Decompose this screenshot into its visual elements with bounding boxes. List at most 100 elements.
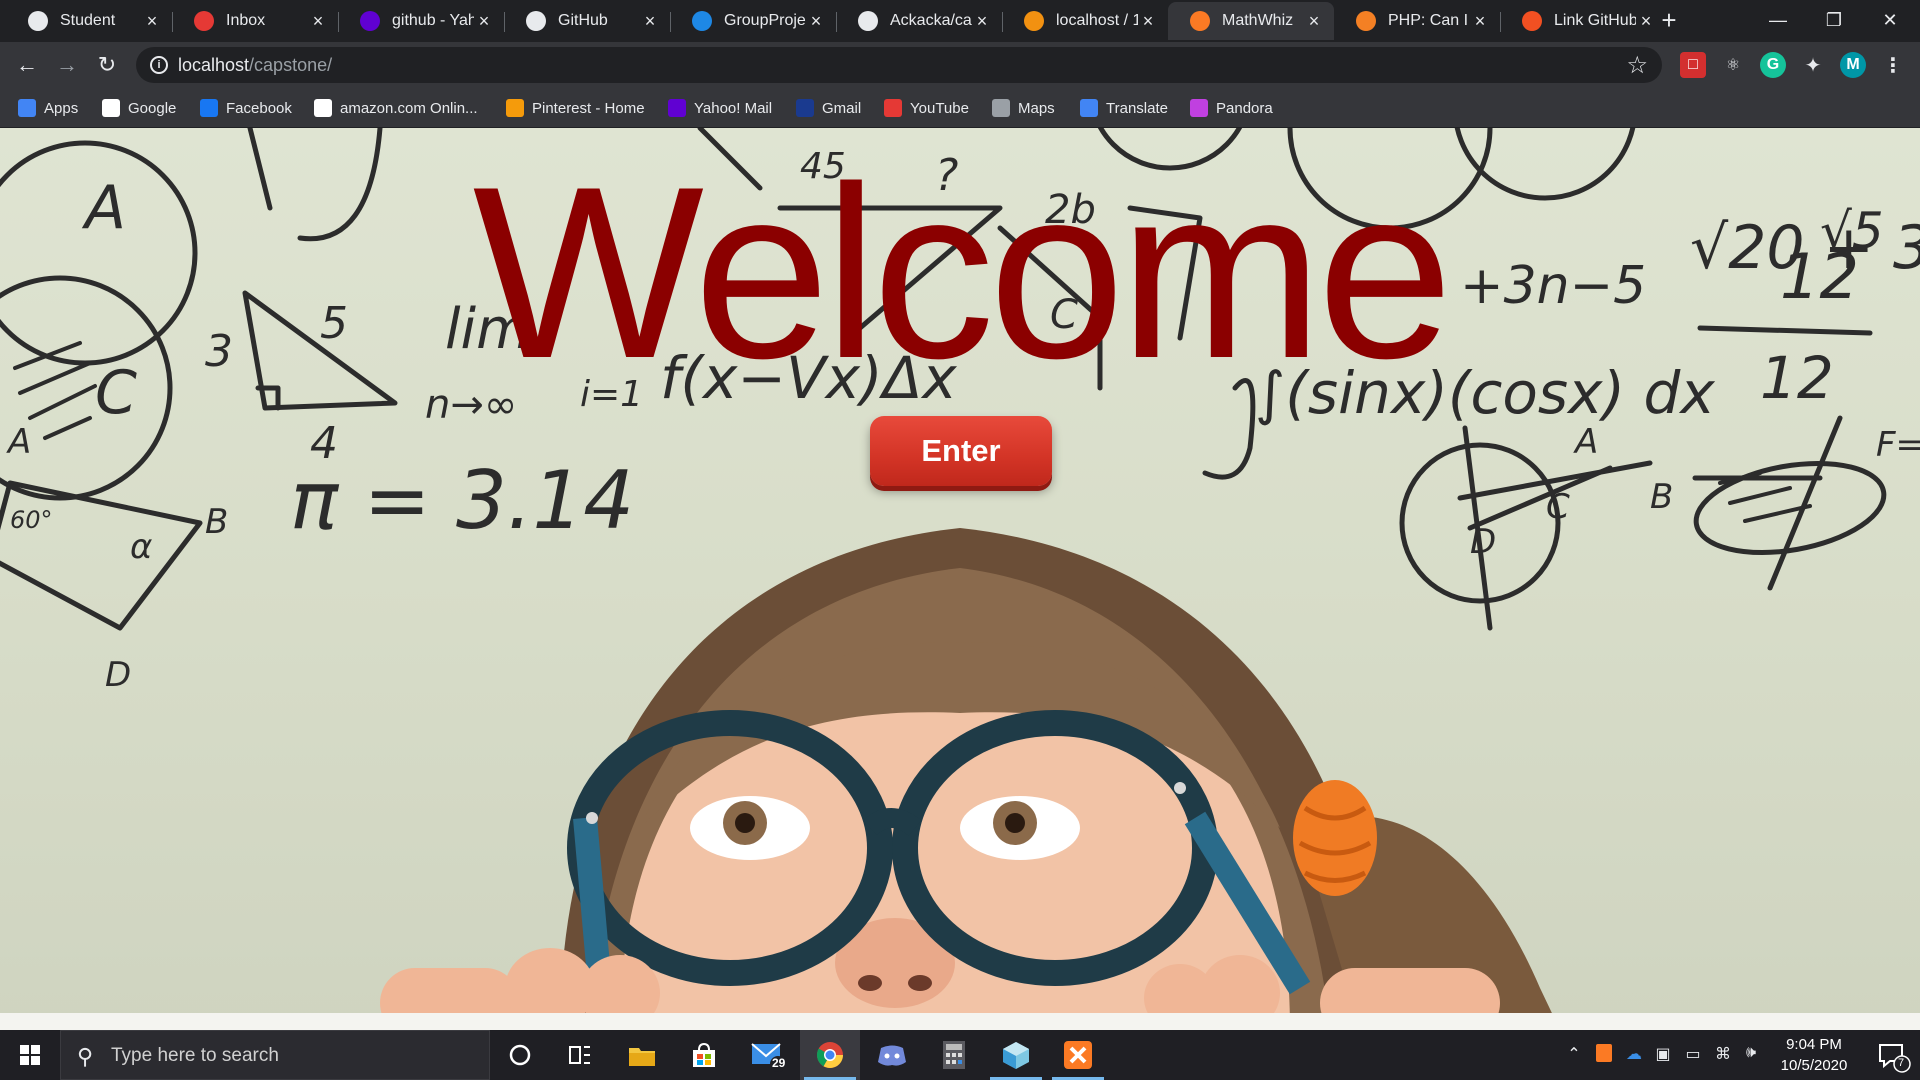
bookmark-label: Apps [44,99,79,117]
minimize-button[interactable]: — [1750,0,1806,40]
tab-separator [836,12,837,32]
tab-close-icon[interactable]: × [1470,11,1490,31]
bookmark-google[interactable]: Google [102,97,176,119]
search-icon: ⚲ [77,1044,94,1069]
virtualbox-button[interactable] [986,1030,1046,1080]
profile-initial: M [1846,56,1860,73]
close-window-button[interactable]: ✕ [1862,0,1918,40]
store-button[interactable] [674,1030,734,1080]
tab-close-icon[interactable]: × [1304,11,1324,31]
chrome-taskbar-button[interactable] [800,1030,860,1080]
react-devtools-icon[interactable]: ⚛ [1720,52,1746,78]
extensions-puzzle-icon[interactable]: ✦ [1800,52,1826,78]
tab-separator [1002,12,1003,32]
discord-button[interactable] [862,1030,922,1080]
bookmark-pandora[interactable]: Pandora [1190,97,1273,119]
discord-icon [878,1045,906,1066]
tab-close-icon[interactable]: × [640,11,660,31]
bookmark-youtube[interactable]: YouTube [884,97,969,119]
store-bag-icon [693,1042,715,1067]
pocket-extension-icon[interactable]: □ [1680,52,1706,78]
tab-close-icon[interactable]: × [1138,11,1158,31]
tab-close-icon[interactable]: × [806,11,826,31]
address-bar[interactable]: i localhost/capstone/ ☆ [136,47,1662,83]
tab-8[interactable]: MathWhiz × [1168,2,1334,40]
calculator-button[interactable] [924,1030,984,1080]
notification-icon [1879,1044,1911,1073]
bookmark-pinterest-home[interactable]: Pinterest - Home [506,97,645,119]
forward-button[interactable]: → [52,50,82,80]
action-center-button[interactable]: 7 [1866,1030,1920,1080]
bookmark-apps[interactable]: Apps [18,97,78,119]
github-icon [526,11,546,31]
folder-icon [629,1048,655,1066]
phpmyadmin-icon [1024,11,1044,31]
chrome-menu-icon[interactable]: ⋮ [1880,52,1906,78]
bookmark-star-icon[interactable]: ☆ [1626,51,1648,80]
tab-title: localhost / 1 [1056,12,1138,29]
reload-button[interactable]: ↻ [92,50,122,80]
bookmark-label: Yahoo! Mail [694,99,773,117]
cortana-button[interactable] [490,1030,550,1080]
bookmark-yahoo-mail[interactable]: Yahoo! Mail [668,97,772,119]
translate-icon [1080,99,1098,117]
tab-title: Inbox [226,12,266,29]
tab-close-icon[interactable]: × [1636,11,1656,31]
tray-chevron-icon[interactable]: ⌃ [1564,1044,1584,1066]
virtualbox-cube-icon [1003,1042,1029,1069]
pinterest-icon [506,99,524,117]
tab-separator [338,12,339,32]
address-url[interactable]: localhost/capstone/ [178,55,332,76]
site-info-icon[interactable]: i [150,56,168,74]
tab-close-icon[interactable]: × [474,11,494,31]
start-button[interactable] [0,1030,60,1080]
back-button[interactable]: ← [12,50,42,80]
apps-grid-icon [18,99,36,117]
bookmark-label: amazon.com Onlin... [340,99,478,117]
restore-button[interactable]: ❐ [1806,0,1862,40]
taskbar-search-box[interactable]: ⚲ Type here to search [60,1030,490,1080]
bookmark-maps[interactable]: Maps [992,97,1055,119]
bookmark-amazon-com-onlin[interactable]: amazon.com Onlin... [314,97,478,119]
file-explorer-button[interactable] [612,1030,672,1080]
xampp-tray-icon[interactable] [1594,1044,1614,1066]
tab-5[interactable]: GroupProjec × [670,2,836,40]
tab-close-icon[interactable]: × [308,11,328,31]
tab-1[interactable]: Student × [6,2,172,40]
tab-title: Link GitHub [1554,12,1636,29]
tab-strip: Student × Inbox × github - Yah × GitHub × GroupP… [0,0,1920,42]
clock[interactable]: 9:04 PM 10/5/2020 [1764,1034,1864,1076]
enter-button[interactable]: Enter [870,416,1052,486]
battery-icon[interactable]: ▭ [1682,1044,1704,1066]
wifi-icon[interactable]: ⌘ [1712,1044,1734,1066]
bookmark-label: Gmail [822,99,862,117]
bookmark-label: Google [128,99,177,117]
bookmark-label: Pinterest - Home [532,99,645,117]
grammarly-icon[interactable]: G [1760,52,1786,78]
tab-2[interactable]: Inbox × [172,2,338,40]
new-tab-button[interactable]: + [1656,7,1682,34]
bookmark-label: Pandora [1216,99,1273,117]
globe-icon [28,11,48,31]
tab-9[interactable]: PHP: Can I U× [1334,2,1500,40]
pandora-icon [1190,99,1208,117]
volume-icon[interactable]: 🕪 [1740,1044,1762,1066]
tab-6[interactable]: Ackacka/cap × [836,2,1002,40]
task-view-button[interactable] [550,1030,610,1080]
bookmark-gmail[interactable]: Gmail [796,97,861,119]
bookmark-facebook[interactable]: Facebook [200,97,292,119]
url-host: localhost [178,55,250,75]
tab-3[interactable]: github - Yah × [338,2,504,40]
security-tray-icon[interactable]: ▣ [1652,1044,1674,1066]
tab-7[interactable]: localhost / 1 × [1002,2,1168,40]
mail-button[interactable]: 29 [738,1030,798,1080]
tab-close-icon[interactable]: × [972,11,992,31]
tab-10[interactable]: Link GitHub × [1500,2,1666,40]
onedrive-icon[interactable]: ☁ [1622,1044,1646,1066]
tab-close-icon[interactable]: × [142,11,162,31]
maps-icon [992,99,1010,117]
profile-avatar[interactable]: M [1840,52,1866,78]
bookmark-translate[interactable]: Translate [1080,97,1168,119]
xampp-button[interactable] [1048,1030,1108,1080]
tab-4[interactable]: GitHub × [504,2,670,40]
